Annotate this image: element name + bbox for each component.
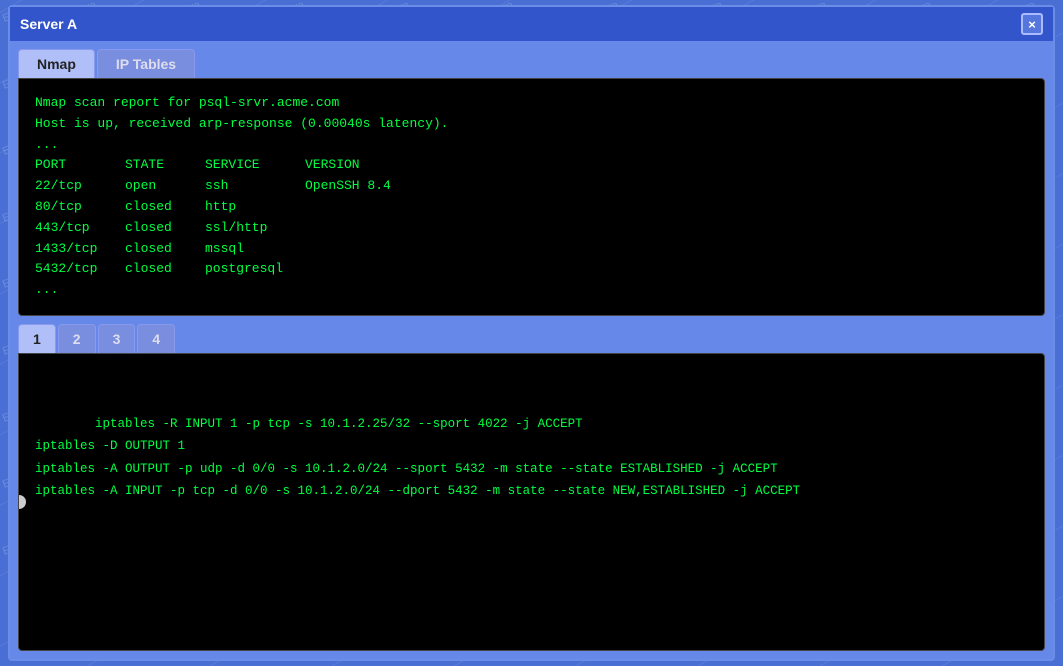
port-row-4: 5432/tcpclosedpostgresql (35, 261, 305, 276)
iptables-line2: iptables -D OUTPUT 1 (35, 439, 185, 453)
nmap-terminal: Nmap scan report for psql-srvr.acme.com … (18, 78, 1045, 316)
num-tab-4[interactable]: 4 (137, 324, 175, 353)
num-tab-2[interactable]: 2 (58, 324, 96, 353)
num-tabs: 1 2 3 4 (18, 324, 1045, 353)
iptables-line4: iptables -A INPUT -p tcp -d 0/0 -s 10.1.… (35, 484, 800, 498)
nmap-line2: Host is up, received arp-response (0.000… (35, 116, 448, 131)
nmap-section: Nmap IP Tables Nmap scan report for psql… (18, 49, 1045, 316)
port-row-3: 1433/tcpclosedmssql (35, 241, 305, 256)
server-window: Server A × Nmap IP Tables Nmap scan repo… (8, 5, 1055, 661)
window-title: Server A (20, 16, 77, 32)
top-tabs: Nmap IP Tables (18, 49, 1045, 78)
iptables-section: 1 2 3 4 iptables -R INPUT 1 -p tcp -s 10… (18, 324, 1045, 651)
nmap-line3: ... (35, 137, 58, 152)
tab-iptables[interactable]: IP Tables (97, 49, 195, 78)
col-port-header: PORT (35, 155, 125, 176)
port-row-1: 80/tcpclosedhttp (35, 199, 305, 214)
title-bar: Server A × (10, 7, 1053, 41)
content-area: Nmap IP Tables Nmap scan report for psql… (10, 41, 1053, 659)
col-state-header: STATE (125, 155, 205, 176)
col-service-header: SERVICE (205, 155, 305, 176)
nmap-end: ... (35, 282, 58, 297)
nmap-header: PORTSTATESERVICEVERSION (35, 157, 360, 172)
nmap-line1: Nmap scan report for psql-srvr.acme.com (35, 95, 339, 110)
num-tab-3[interactable]: 3 (98, 324, 136, 353)
iptables-line1: iptables -R INPUT 1 -p tcp -s 10.1.2.25/… (95, 417, 583, 431)
num-tab-1[interactable]: 1 (18, 324, 56, 353)
close-button[interactable]: × (1021, 13, 1043, 35)
port-row-2: 443/tcpclosedssl/http (35, 220, 305, 235)
iptables-line3: iptables -A OUTPUT -p udp -d 0/0 -s 10.1… (35, 462, 778, 476)
port-row-0: 22/tcpopensshOpenSSH 8.4 (35, 178, 391, 193)
iptables-terminal: iptables -R INPUT 1 -p tcp -s 10.1.2.25/… (18, 353, 1045, 651)
tab-nmap[interactable]: Nmap (18, 49, 95, 78)
circle-indicator (18, 495, 26, 509)
col-version-header: VERSION (305, 155, 360, 176)
